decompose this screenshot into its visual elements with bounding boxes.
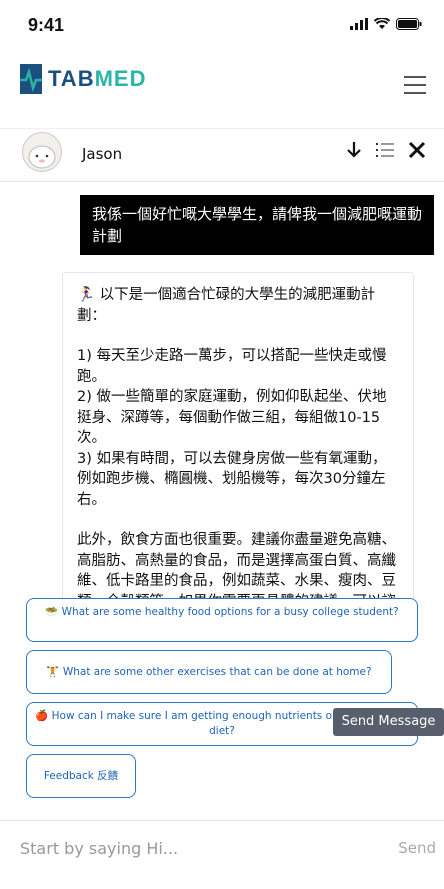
logo-text-main: TAB — [48, 66, 95, 91]
bot-message-outro: 此外，飲食方面也很重要。建議你盡量避免高糖、高脂肪、高熱量的食品，而是選擇高蛋白… — [77, 532, 396, 601]
battery-icon — [396, 18, 422, 30]
logo-text: TABMED — [48, 66, 146, 92]
bot-avatar — [22, 132, 62, 172]
bot-message-intro-text: 以下是一個適合忙碌的大學生的減肥運動計劃： — [77, 287, 376, 324]
bot-message-item-3: 3) 如果有時間，可以去健身房做一些有氧運動，例如跑步機、橢圓機、划船機等，每次… — [77, 450, 387, 508]
chat-actions — [346, 141, 426, 159]
bot-message-item-1: 1) 每天至少走路一萬步，可以搭配一些快走或慢跑。 — [77, 348, 387, 385]
logo-mark-icon — [20, 64, 42, 94]
status-time: 9:41 — [28, 15, 65, 35]
send-button[interactable]: Send — [398, 839, 436, 857]
list-icon[interactable] — [376, 142, 394, 158]
status-icons — [350, 18, 422, 30]
send-message-tooltip: Send Message — [333, 708, 444, 736]
message-input[interactable] — [0, 821, 402, 875]
salad-icon: 🥗 — [45, 606, 59, 618]
download-icon[interactable] — [346, 141, 362, 159]
runner-icon: 🏃‍♀️ — [77, 287, 96, 303]
tabmed-logo[interactable]: TABMED — [20, 64, 146, 94]
bot-message-intro: 🏃‍♀️ 以下是一個適合忙碌的大學生的減肥運動計劃： — [77, 285, 399, 326]
suggestion-text-1: What are some healthy food options for a… — [61, 606, 399, 618]
close-icon[interactable] — [408, 141, 426, 159]
user-message: 我係一個好忙嘅大學學生，請俾我一個減肥嘅運動計劃 — [80, 195, 434, 255]
feedback-button[interactable]: Feedback 反饋 — [26, 754, 136, 798]
app-header: TABMED — [0, 50, 444, 128]
apple-icon: 🍎 — [35, 710, 49, 722]
hamburger-menu-icon[interactable] — [404, 76, 426, 94]
chat-header: Jason — [0, 128, 444, 182]
suggestion-text-2: What are some other exercises that can b… — [62, 665, 372, 678]
bot-message: 🏃‍♀️ 以下是一個適合忙碌的大學生的減肥運動計劃： 1) 每天至少走路一萬步，… — [62, 272, 414, 602]
message-composer: Send — [0, 820, 444, 889]
signal-icon — [350, 18, 368, 30]
suggestion-button-1[interactable]: 🥗 What are some healthy food options for… — [26, 598, 418, 642]
wifi-icon — [374, 18, 390, 29]
logo-text-accent: MED — [94, 66, 147, 91]
status-bar: 9:41 — [0, 0, 444, 50]
bot-message-item-2: 2) 做一些簡單的家庭運動，例如仰臥起坐、伏地挺身、深蹲等，每個動作做三組，每組… — [77, 389, 387, 446]
bot-name: Jason — [82, 145, 123, 163]
suggestion-button-2[interactable]: 🏋️ What are some other exercises that ca… — [26, 650, 392, 694]
dumbbell-icon: 🏋️ — [46, 665, 60, 678]
